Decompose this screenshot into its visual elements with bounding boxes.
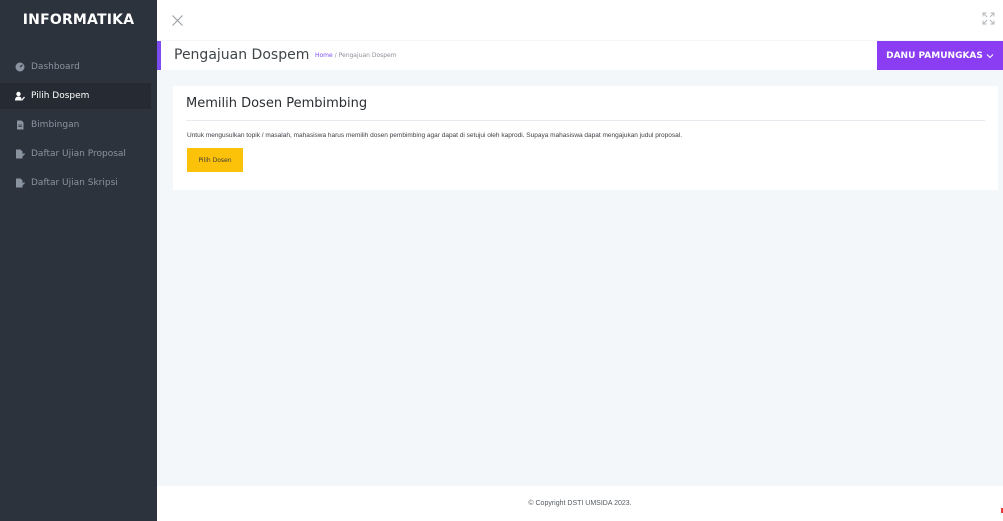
card-title: Memilih Dosen Pembimbing — [186, 96, 368, 111]
brand-logo[interactable]: INFORMATIKA — [0, 0, 157, 40]
topbar — [157, 0, 1003, 40]
chevron-down-icon — [986, 53, 994, 58]
sidebar-item-label: Pilih Dospem — [31, 91, 90, 101]
page-title: Pengajuan Dospem — [174, 47, 310, 63]
sidebar-item-label: Daftar Ujian Proposal — [31, 149, 126, 159]
card-divider — [186, 120, 985, 121]
user-pen-icon — [15, 91, 25, 101]
sidebar-item-daftar-ujian-skripsi[interactable]: Daftar Ujian Skripsi — [0, 170, 157, 196]
sidebar-item-daftar-ujian-proposal[interactable]: Daftar Ujian Proposal — [0, 141, 157, 167]
sidebar-item-label: Bimbingan — [31, 120, 80, 130]
footer: © Copyright DSTI UMSIDA 2023. — [157, 486, 1003, 521]
file-pen-icon — [15, 178, 25, 188]
sidebar-item-pilih-dospem[interactable]: Pilih Dospem — [0, 83, 151, 109]
user-name: DANU PAMUNGKAS — [886, 50, 983, 61]
sidebar-item-dashboard[interactable]: Dashboard — [0, 54, 157, 80]
copyright-text: © Copyright DSTI UMSIDA 2023. — [528, 500, 632, 507]
sidebar-item-bimbingan[interactable]: Bimbingan — [0, 112, 157, 138]
dashboard-icon — [15, 62, 25, 72]
pilih-dosen-button[interactable]: Pilih Dosen — [187, 148, 243, 172]
card-description: Untuk mengusulkan topik / masalah, mahas… — [187, 132, 683, 139]
file-icon — [15, 120, 25, 130]
breadcrumb-current: Pengajuan Dospem — [338, 52, 397, 59]
breadcrumb: Home / Pengajuan Dospem — [315, 52, 397, 59]
content-card: Memilih Dosen Pembimbing Untuk mengusulk… — [173, 86, 998, 190]
sidebar-item-label: Daftar Ujian Skripsi — [31, 178, 118, 188]
page-header: Pengajuan Dospem Home / Pengajuan Dospem… — [157, 41, 1003, 70]
fullscreen-icon[interactable] — [982, 12, 995, 25]
breadcrumb-home-link[interactable]: Home — [315, 52, 333, 59]
user-menu-button[interactable]: DANU PAMUNGKAS — [877, 41, 1003, 70]
sidebar-nav: Dashboard Pilih Dospem Bimbingan Daftar … — [0, 54, 157, 196]
close-icon[interactable] — [171, 14, 184, 27]
breadcrumb-separator: / — [334, 52, 337, 59]
sidebar-item-label: Dashboard — [31, 62, 80, 72]
file-pen-icon — [15, 149, 25, 159]
sidebar: INFORMATIKA Dashboard Pilih Dospem Bimbi… — [0, 0, 157, 521]
